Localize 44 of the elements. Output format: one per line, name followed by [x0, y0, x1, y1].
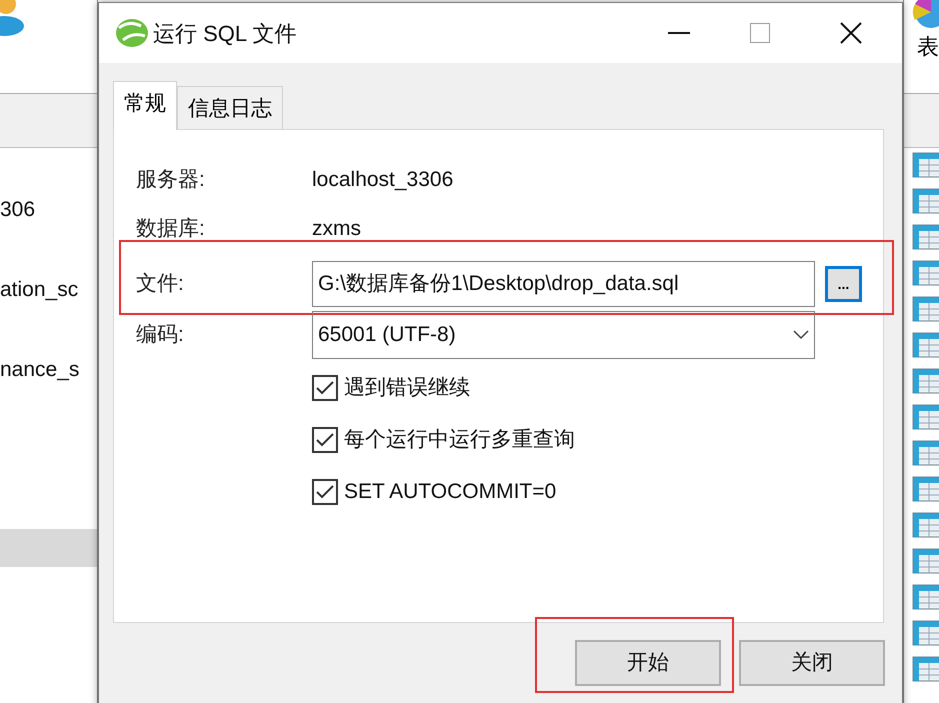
file-path-field[interactable]: G:\数据库备份1\Desktop\drop_data.sql — [312, 260, 815, 306]
chevron-down-icon — [793, 330, 809, 340]
checkmark-icon — [316, 381, 334, 395]
table-icon[interactable] — [912, 656, 939, 682]
close-icon[interactable] — [840, 22, 862, 44]
checkbox[interactable] — [312, 479, 338, 505]
dialog-button[interactable]: 开始 — [575, 640, 721, 686]
tab[interactable]: 常规 — [113, 81, 177, 130]
table-icon[interactable] — [912, 584, 939, 610]
field-value: localhost_3306 — [312, 167, 454, 194]
table-icon[interactable] — [912, 188, 939, 214]
table-icon[interactable] — [912, 332, 939, 358]
checkbox-label[interactable]: 遇到错误继续 — [344, 372, 470, 404]
table-icon[interactable] — [912, 548, 939, 574]
table-icon[interactable] — [912, 224, 939, 250]
checkbox[interactable] — [312, 375, 338, 401]
checkbox-label[interactable]: 每个运行中运行多重查询 — [344, 424, 575, 456]
window-title: 运行 SQL 文件 — [153, 20, 296, 48]
table-icon[interactable] — [912, 404, 939, 430]
encoding-dropdown[interactable]: 65001 (UTF-8) — [312, 311, 815, 359]
field-label: 文件: — [136, 270, 185, 297]
table-icon[interactable] — [912, 368, 939, 394]
dialog-button[interactable]: 关闭 — [739, 640, 885, 686]
checkbox-label[interactable]: SET AUTOCOMMIT=0 — [344, 476, 556, 508]
maximize-icon[interactable] — [750, 23, 770, 43]
app-logo-icon — [115, 18, 149, 48]
field-label: 编码: — [136, 322, 185, 348]
field-value: zxms — [312, 216, 361, 242]
field-label: 数据库: — [136, 216, 206, 242]
tab[interactable]: 信息日志 — [177, 86, 283, 129]
table-icon[interactable] — [912, 152, 939, 178]
table-icon[interactable] — [912, 440, 939, 466]
checkbox[interactable] — [312, 427, 338, 453]
checkmark-icon — [316, 485, 334, 499]
table-icon[interactable] — [912, 476, 939, 502]
table-icon[interactable] — [912, 512, 939, 538]
checkmark-icon — [316, 433, 334, 447]
user-icon[interactable] — [0, 0, 26, 36]
table-icon[interactable] — [912, 620, 939, 646]
table-icon[interactable] — [912, 260, 939, 286]
field-label: 服务器: — [136, 167, 206, 194]
browse-button[interactable]: ... — [825, 266, 862, 302]
toolbar-label[interactable]: 表 — [917, 36, 939, 58]
table-icon[interactable] — [912, 296, 939, 322]
